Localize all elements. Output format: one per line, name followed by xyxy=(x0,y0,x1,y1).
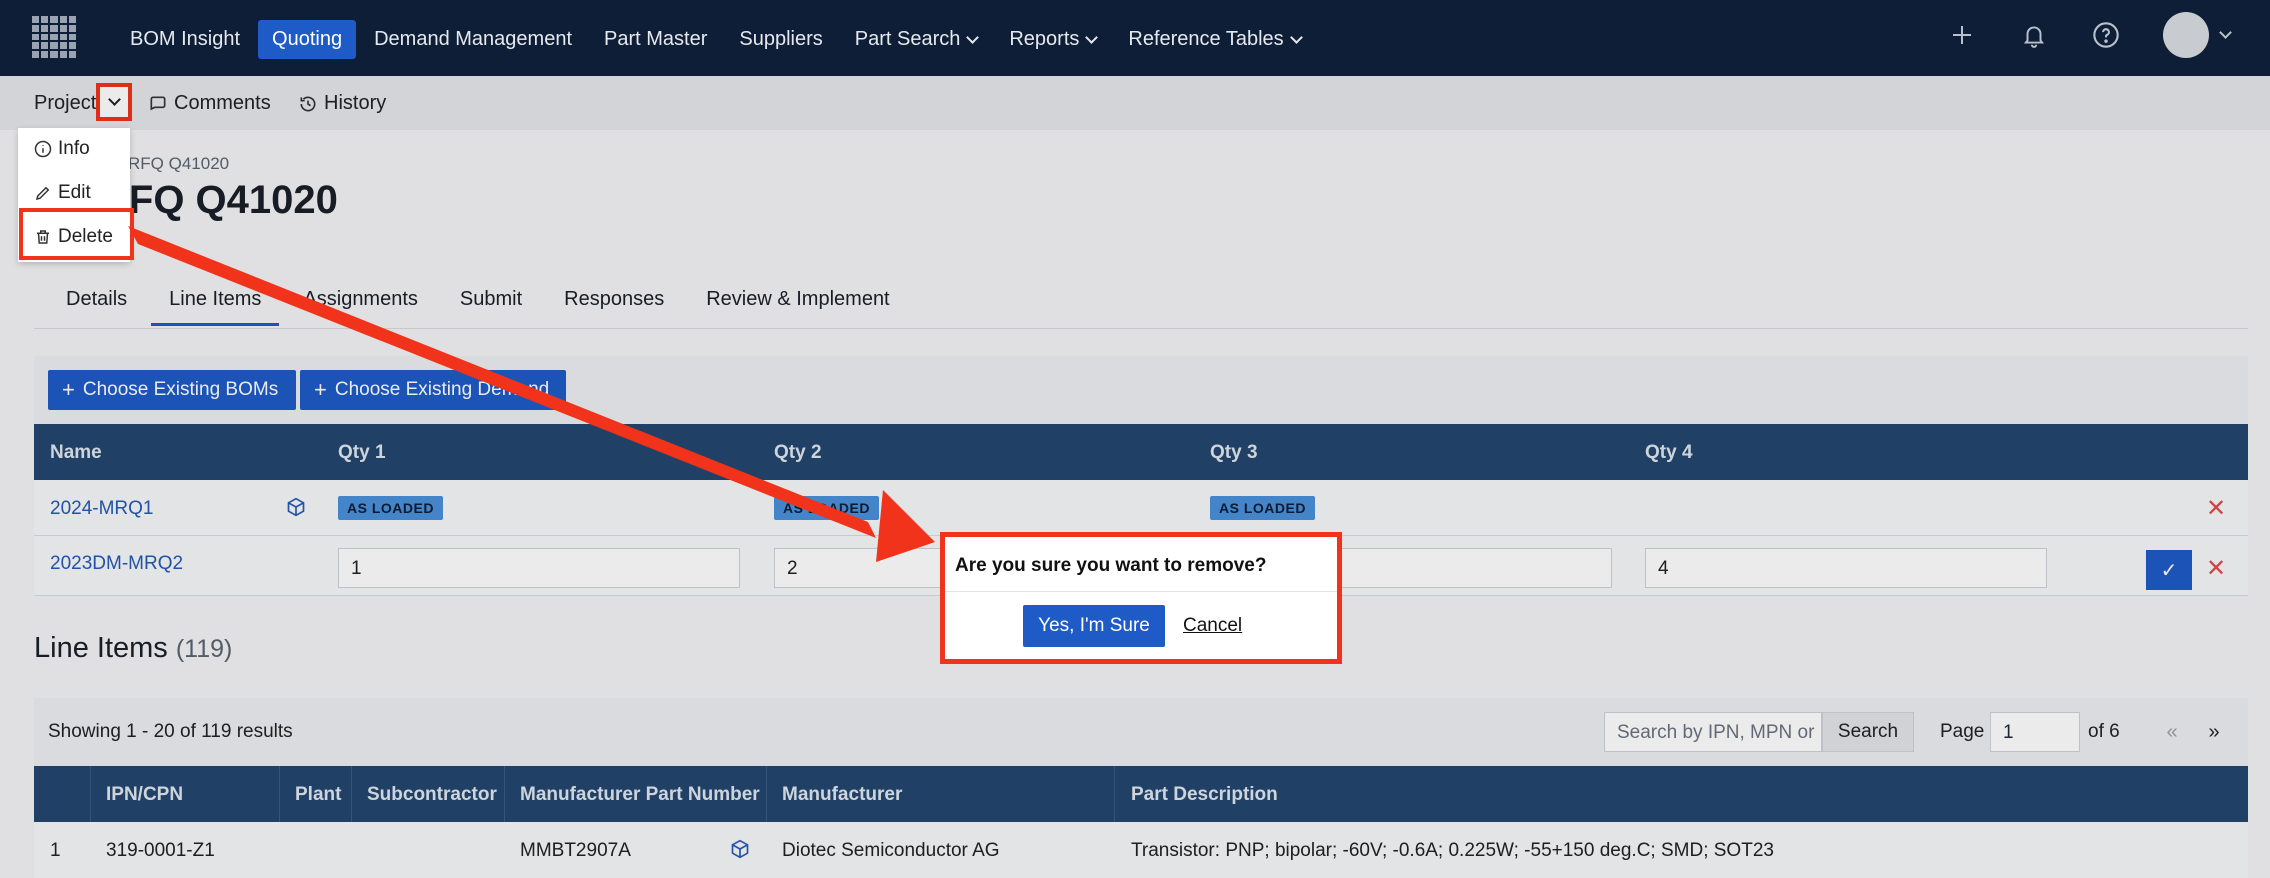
mpn-cell[interactable]: MMBT2907A xyxy=(520,840,631,862)
col-qty3[interactable]: Qty 3 xyxy=(1210,442,1258,464)
status-badge: AS LOADED xyxy=(774,496,879,520)
save-check-button[interactable]: ✓ xyxy=(2146,550,2192,590)
tab-line-items[interactable]: Line Items xyxy=(151,282,280,326)
status-badge: AS LOADED xyxy=(1210,496,1315,520)
col-mpn[interactable]: Manufacturer Part Number xyxy=(520,784,760,806)
choose-boms-button[interactable]: + Choose Existing BOMs xyxy=(48,370,296,410)
col-plant[interactable]: Plant xyxy=(295,784,341,806)
tab-details[interactable]: Details xyxy=(48,282,145,326)
comments-button[interactable]: Comments xyxy=(148,92,271,115)
line-items-title: Line Items (119) xyxy=(34,632,233,664)
menu-item-info[interactable]: Info xyxy=(34,138,90,160)
search-input[interactable]: Search by IPN, MPN or xyxy=(1604,712,1822,752)
col-description[interactable]: Part Description xyxy=(1131,784,1278,806)
status-badge: AS LOADED xyxy=(338,496,443,520)
chevron-down-icon xyxy=(107,93,121,106)
description-cell: Transistor: PNP; bipolar; -60V; -0.6A; 0… xyxy=(1131,840,1774,861)
tab-submit[interactable]: Submit xyxy=(442,282,540,326)
manufacturer-cell: Diotec Semiconductor AG xyxy=(782,840,1000,861)
nav-item-label: Part Master xyxy=(604,28,708,50)
help-icon[interactable] xyxy=(2091,20,2121,50)
nav-item-label: Part Search xyxy=(854,28,961,50)
confirm-button[interactable]: Yes, I'm Sure xyxy=(1023,605,1165,647)
nav-item-part-master[interactable]: Part Master xyxy=(590,20,721,59)
page-count: of 6 xyxy=(2088,721,2120,742)
col-subcontractor[interactable]: Subcontractor xyxy=(367,784,497,806)
tabs-divider xyxy=(34,328,2248,329)
app-grid-icon[interactable] xyxy=(32,16,76,58)
nav-item-demand-management[interactable]: Demand Management xyxy=(360,20,586,59)
main-nav: BOM Insight Quoting Demand Management Part … xyxy=(116,20,1315,59)
qty4-input[interactable]: 4 xyxy=(1645,548,2047,588)
page-input[interactable]: 1 xyxy=(1990,712,2080,752)
bell-icon[interactable] xyxy=(2019,20,2049,50)
cube-icon[interactable] xyxy=(286,497,306,517)
nav-item-part-search[interactable]: Part Search xyxy=(841,20,992,59)
nav-item-label: Suppliers xyxy=(739,28,823,50)
history-icon xyxy=(300,96,316,111)
nav-item-label: Quoting xyxy=(272,28,343,50)
nav-item-label: BOM Insight xyxy=(130,28,241,50)
bom-link[interactable]: 2024-MRQ1 xyxy=(50,498,154,520)
chevron-down-icon xyxy=(1085,30,1099,44)
pencil-icon xyxy=(35,186,50,201)
choose-demand-button[interactable]: + Choose Existing Demand xyxy=(300,370,566,410)
cancel-link[interactable]: Cancel xyxy=(1183,615,1242,637)
page-label: Page xyxy=(1940,721,1985,742)
cube-icon[interactable] xyxy=(730,839,750,859)
nav-right xyxy=(1947,12,2232,58)
col-qty1[interactable]: Qty 1 xyxy=(338,442,386,464)
delete-highlight xyxy=(19,208,134,260)
tab-responses[interactable]: Responses xyxy=(546,282,682,326)
col-qty2[interactable]: Qty 2 xyxy=(774,442,822,464)
avatar xyxy=(2163,12,2209,58)
bom-link[interactable]: 2023DM-MRQ2 xyxy=(50,553,183,575)
nav-item-label: Reports xyxy=(1009,28,1080,50)
dialog-divider xyxy=(945,591,1337,592)
nav-item-reference-tables[interactable]: Reference Tables xyxy=(1114,20,1314,59)
row-number: 1 xyxy=(50,840,61,861)
results-summary: Showing 1 - 20 of 119 results xyxy=(48,721,293,742)
project-menu-toggle[interactable] xyxy=(96,83,132,121)
page-tabs: Details Line Items Assignments Submit Respon… xyxy=(48,282,914,326)
confirm-dialog: Are you sure you want to remove? Yes, I'… xyxy=(940,532,1342,664)
nav-item-suppliers[interactable]: Suppliers xyxy=(725,20,836,59)
nav-item-quoting[interactable]: Quoting xyxy=(258,20,357,59)
project-menu-label[interactable]: Project xyxy=(34,92,96,115)
breadcrumb[interactable]: RFQ Q41020 xyxy=(128,154,229,174)
next-page-button[interactable]: » xyxy=(2194,712,2234,752)
chevron-down-icon xyxy=(966,30,980,44)
line-items-toolbar xyxy=(34,698,2248,768)
col-qty4[interactable]: Qty 4 xyxy=(1645,442,1693,464)
user-menu[interactable] xyxy=(2163,12,2232,58)
col-name[interactable]: Name xyxy=(50,442,102,464)
line-items-count: (119) xyxy=(175,635,233,663)
search-button[interactable]: Search xyxy=(1822,712,1914,752)
nav-item-label: Reference Tables xyxy=(1128,28,1284,50)
menu-item-edit[interactable]: Edit xyxy=(34,182,91,204)
qty1-input[interactable]: 1 xyxy=(338,548,740,588)
prev-page-button[interactable]: « xyxy=(2152,712,2192,752)
info-icon xyxy=(34,140,52,158)
col-manufacturer[interactable]: Manufacturer xyxy=(782,784,902,806)
nav-item-reports[interactable]: Reports xyxy=(995,20,1110,59)
nav-item-label: Demand Management xyxy=(374,28,572,50)
dialog-question: Are you sure you want to remove? xyxy=(955,555,1267,576)
history-button[interactable]: History xyxy=(298,92,386,115)
top-navbar: BOM Insight Quoting Demand Management Part … xyxy=(0,0,2270,76)
ipn-cell[interactable]: 319-0001-Z1 xyxy=(106,840,215,862)
page-title: RFQ Q41020 xyxy=(100,178,338,222)
remove-icon[interactable]: ✕ xyxy=(2206,554,2226,583)
comment-icon xyxy=(150,96,166,110)
remove-icon[interactable]: ✕ xyxy=(2206,494,2226,523)
col-ipn[interactable]: IPN/CPN xyxy=(106,784,183,806)
tab-assignments[interactable]: Assignments xyxy=(285,282,436,326)
chevron-down-icon xyxy=(1289,30,1303,44)
chevron-down-icon xyxy=(2219,26,2232,39)
nav-item-bom-insight[interactable]: BOM Insight xyxy=(116,20,254,59)
plus-icon[interactable] xyxy=(1947,20,1977,50)
tab-review-implement[interactable]: Review & Implement xyxy=(688,282,907,326)
